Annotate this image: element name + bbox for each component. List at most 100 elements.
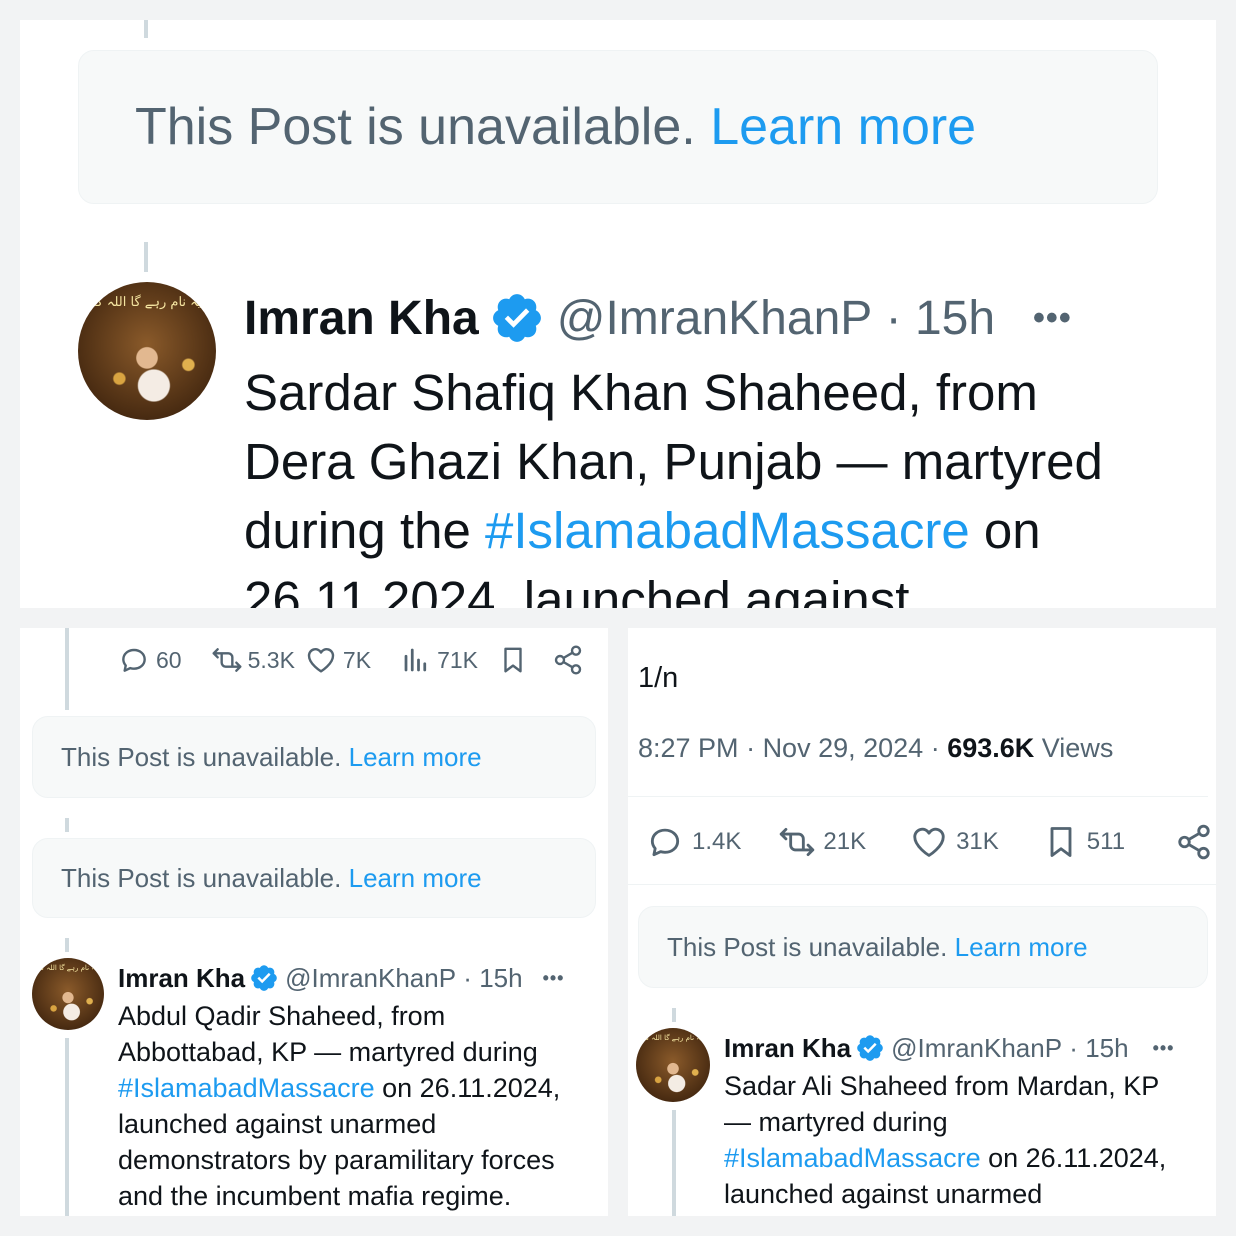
repost-button[interactable]: 21K: [777, 823, 866, 861]
divider: [628, 796, 1208, 797]
like-count: 7K: [342, 646, 372, 673]
dot-separator: ·: [1062, 1032, 1086, 1063]
heart-icon: [307, 648, 335, 673]
like-button[interactable]: 7K: [305, 644, 371, 676]
author-name[interactable]: Imran Kha: [118, 963, 245, 994]
hashtag-link[interactable]: #IslamabadMassacre: [724, 1143, 981, 1173]
repost-icon: [780, 827, 815, 857]
author-name[interactable]: Imran Kha: [724, 1033, 851, 1064]
more-options-icon[interactable]: •••: [1153, 1038, 1175, 1059]
post-text-line: and the incumbent mafia regime.: [118, 1181, 512, 1211]
share-icon: [1178, 824, 1210, 860]
thread-line: [65, 1038, 69, 1216]
bottom-left-screenshot-panel: 60 5.3K 7K 71K This Post is unavailable.…: [20, 628, 608, 1216]
post-text-segment: during the: [244, 502, 486, 559]
post-text-line: Dera Ghazi Khan, Punjab — martyred: [244, 433, 1103, 490]
repost-count: 21K: [823, 828, 867, 855]
share-button[interactable]: [1175, 823, 1213, 861]
author-name[interactable]: Imran Kha: [244, 291, 479, 346]
views-button[interactable]: 71K: [401, 645, 478, 675]
post-text: Abdul Qadir Shaheed, from Abbottabad, KP…: [118, 998, 560, 1214]
unavailable-post-box: This Post is unavailable. Learn more: [32, 716, 596, 798]
post-actions-bar: 1.4K 21K 31K 511: [646, 820, 1213, 864]
learn-more-link[interactable]: Learn more: [710, 97, 976, 157]
avatar-logo-text: یہ نام رہے گا اللہ کا: [92, 294, 202, 310]
more-options-icon[interactable]: •••: [543, 968, 565, 989]
thread-line: [144, 20, 148, 38]
author-handle[interactable]: @ImranKhanP: [891, 1033, 1062, 1064]
verified-badge-icon: [857, 1035, 883, 1061]
post-text-segment: on 26.11.2024,: [980, 1143, 1167, 1173]
views-label: [1034, 733, 1042, 764]
verified-badge-icon: [492, 294, 541, 342]
post-text-line: during the #IslamabadMassacre on: [244, 496, 1103, 565]
post-text: Sardar Shafiq Khan Shaheed, from Dera Gh…: [244, 358, 1103, 608]
bookmark-icon: [504, 647, 522, 673]
unavailable-text: This Post is unavailable.: [61, 862, 342, 893]
share-icon: [554, 645, 582, 675]
unavailable-text: This Post is unavailable.: [667, 931, 948, 962]
like-button[interactable]: 31K: [910, 823, 999, 861]
author-handle[interactable]: @ImranKhanP: [557, 291, 873, 346]
post-date[interactable]: Nov 29, 2024: [763, 733, 924, 764]
reply-button[interactable]: 1.4K: [646, 823, 741, 861]
repost-button[interactable]: 5.3K: [210, 644, 295, 676]
post-text: Sadar Ali Shaheed from Mardan, KP — mart…: [724, 1068, 1166, 1212]
repost-icon: [212, 648, 242, 672]
post-timestamp-row: 8:27 PM · Nov 29, 2024 · 693.6K Views: [638, 730, 1113, 766]
dot-separator: ·: [738, 732, 763, 763]
post-time[interactable]: 15h: [479, 963, 522, 994]
dot-separator: ·: [872, 291, 915, 345]
thread-line: [144, 242, 148, 272]
post-header: Imran Kha @ImranKhanP · 15h •••: [724, 1030, 1174, 1066]
post-time-of-day[interactable]: 8:27 PM: [638, 733, 739, 764]
avatar[interactable]: یہ نام رہے گا اللہ کا: [636, 1028, 710, 1102]
views-count: 693.6K: [947, 732, 1035, 763]
post-text-line: — martyred during: [724, 1107, 948, 1137]
learn-more-link[interactable]: Learn more: [955, 932, 1088, 963]
thread-line: [672, 1008, 676, 1022]
bookmark-icon: [1050, 827, 1072, 857]
post-text-line: Abbottabad, KP — martyred during: [118, 1037, 538, 1067]
thread-line: [65, 818, 69, 832]
avatar[interactable]: یہ نام رہے گا اللہ کا: [78, 282, 216, 420]
author-handle[interactable]: @ImranKhanP: [285, 963, 456, 994]
more-options-icon[interactable]: •••: [1033, 299, 1072, 338]
post-text-line: demonstrators by paramilitary forces: [118, 1145, 555, 1175]
bookmark-button[interactable]: 511: [1043, 823, 1125, 861]
post-text-line: launched against unarmed: [118, 1109, 437, 1139]
post-text-line: launched against unarmed: [724, 1179, 1043, 1209]
thread-line: [65, 628, 69, 710]
heart-icon: [913, 827, 945, 857]
post-text-segment: on 26.11.2024,: [374, 1073, 561, 1103]
post-header: Imran Kha @ImranKhanP · 15h •••: [244, 288, 1072, 348]
post-time[interactable]: 15h: [915, 291, 995, 346]
reply-button[interactable]: 60: [118, 644, 182, 676]
avatar-logo-text: یہ نام رہے گا اللہ کا: [38, 964, 98, 973]
repost-count: 5.3K: [247, 646, 295, 673]
post-text-line: Sardar Shafiq Khan Shaheed, from: [244, 364, 1038, 421]
views-label-text: Views: [1041, 732, 1114, 763]
hashtag-link[interactable]: #IslamabadMassacre: [118, 1073, 375, 1103]
thread-line: [672, 1110, 676, 1216]
bookmark-count: 511: [1086, 828, 1126, 855]
unavailable-post-box: This Post is unavailable. Learn more: [32, 838, 596, 918]
bookmark-button[interactable]: [498, 644, 528, 676]
post-text-line: #IslamabadMassacre on 26.11.2024,: [118, 1070, 560, 1106]
post-time[interactable]: 15h: [1085, 1033, 1128, 1064]
views-count: 71K: [437, 646, 478, 673]
unavailable-post-box: This Post is unavailable. Learn more: [78, 50, 1158, 204]
unavailable-text: This Post is unavailable.: [135, 98, 696, 156]
bottom-right-screenshot-panel: 1/n 8:27 PM · Nov 29, 2024 · 693.6K View…: [628, 628, 1216, 1216]
share-button[interactable]: [552, 644, 584, 676]
post-text-segment: on: [969, 502, 1041, 559]
learn-more-link[interactable]: Learn more: [349, 742, 482, 773]
hashtag-link[interactable]: #IslamabadMassacre: [485, 502, 970, 559]
avatar[interactable]: یہ نام رہے گا اللہ کا: [32, 958, 104, 1030]
post-text-line: Abdul Qadir Shaheed, from: [118, 1001, 446, 1031]
unavailable-text: This Post is unavailable.: [61, 741, 342, 772]
top-screenshot-panel: This Post is unavailable. Learn more یہ …: [20, 20, 1216, 608]
learn-more-link[interactable]: Learn more: [349, 863, 482, 894]
reply-count: 1.4K: [692, 828, 742, 855]
verified-badge-icon: [251, 965, 277, 991]
